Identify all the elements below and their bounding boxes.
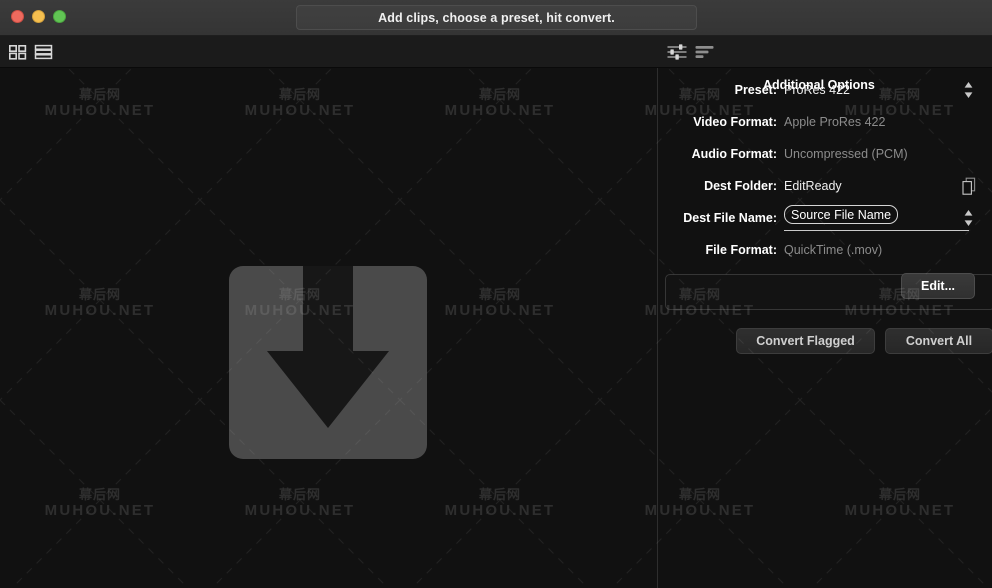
window-controls	[11, 10, 66, 23]
dest-folder-label: Dest Folder:	[704, 179, 777, 193]
video-format-label: Video Format:	[693, 115, 777, 129]
drop-zone[interactable]	[229, 266, 427, 459]
sort-list-icon[interactable]	[694, 43, 716, 61]
pane-divider	[657, 68, 658, 588]
dest-folder-value[interactable]: EditReady	[784, 175, 842, 197]
file-format-label: File Format:	[705, 243, 777, 257]
status-message-text: Add clips, choose a preset, hit convert.	[378, 10, 615, 25]
dest-file-name-stepper[interactable]	[963, 208, 974, 228]
settings-row-dest-folder: Dest Folder: EditReady	[658, 175, 992, 197]
sliders-icon[interactable]	[666, 43, 688, 61]
grid-view-icon[interactable]	[7, 43, 29, 61]
dest-file-name-field[interactable]: Source File Name	[784, 205, 969, 231]
settings-row-file-format: File Format: QuickTime (.mov)	[658, 239, 992, 261]
settings-row-video-format: Video Format: Apple ProRes 422	[658, 111, 992, 133]
settings-row-audio-format: Audio Format: Uncompressed (PCM)	[658, 143, 992, 165]
edit-additional-options-button[interactable]: Edit...	[901, 273, 975, 299]
dest-file-name-token[interactable]: Source File Name	[784, 205, 899, 224]
clip-list-pane[interactable]	[0, 68, 657, 588]
minimize-button[interactable]	[32, 10, 45, 23]
close-button[interactable]	[11, 10, 24, 23]
status-message-pill: Add clips, choose a preset, hit convert.	[296, 5, 697, 30]
audio-format-label: Audio Format:	[691, 147, 777, 161]
settings-pane: Preset: ProRes 422 Video Format: Apple P…	[658, 68, 992, 588]
editready-window: Add clips, choose a preset, hit convert.	[0, 0, 992, 588]
video-format-value: Apple ProRes 422	[784, 115, 886, 129]
additional-options-label: Additional Options	[763, 78, 875, 92]
file-format-value: QuickTime (.mov)	[784, 243, 883, 257]
list-view-icon[interactable]	[33, 43, 55, 61]
main-content-area: Preset: ProRes 422 Video Format: Apple P…	[0, 68, 992, 588]
view-toolbar	[0, 36, 992, 68]
convert-all-button[interactable]: Convert All	[885, 328, 992, 354]
audio-format-value: Uncompressed (PCM)	[784, 147, 908, 161]
preset-stepper[interactable]	[963, 80, 974, 100]
maximize-button[interactable]	[53, 10, 66, 23]
convert-flagged-button[interactable]: Convert Flagged	[736, 328, 875, 354]
window-title-bar: Add clips, choose a preset, hit convert.	[0, 0, 992, 36]
settings-row-dest-file-name: Dest File Name: Source File Name	[658, 205, 992, 231]
dest-file-name-label: Dest File Name:	[683, 211, 777, 225]
download-arrow-icon	[267, 266, 389, 428]
choose-folder-icon[interactable]	[961, 177, 977, 196]
